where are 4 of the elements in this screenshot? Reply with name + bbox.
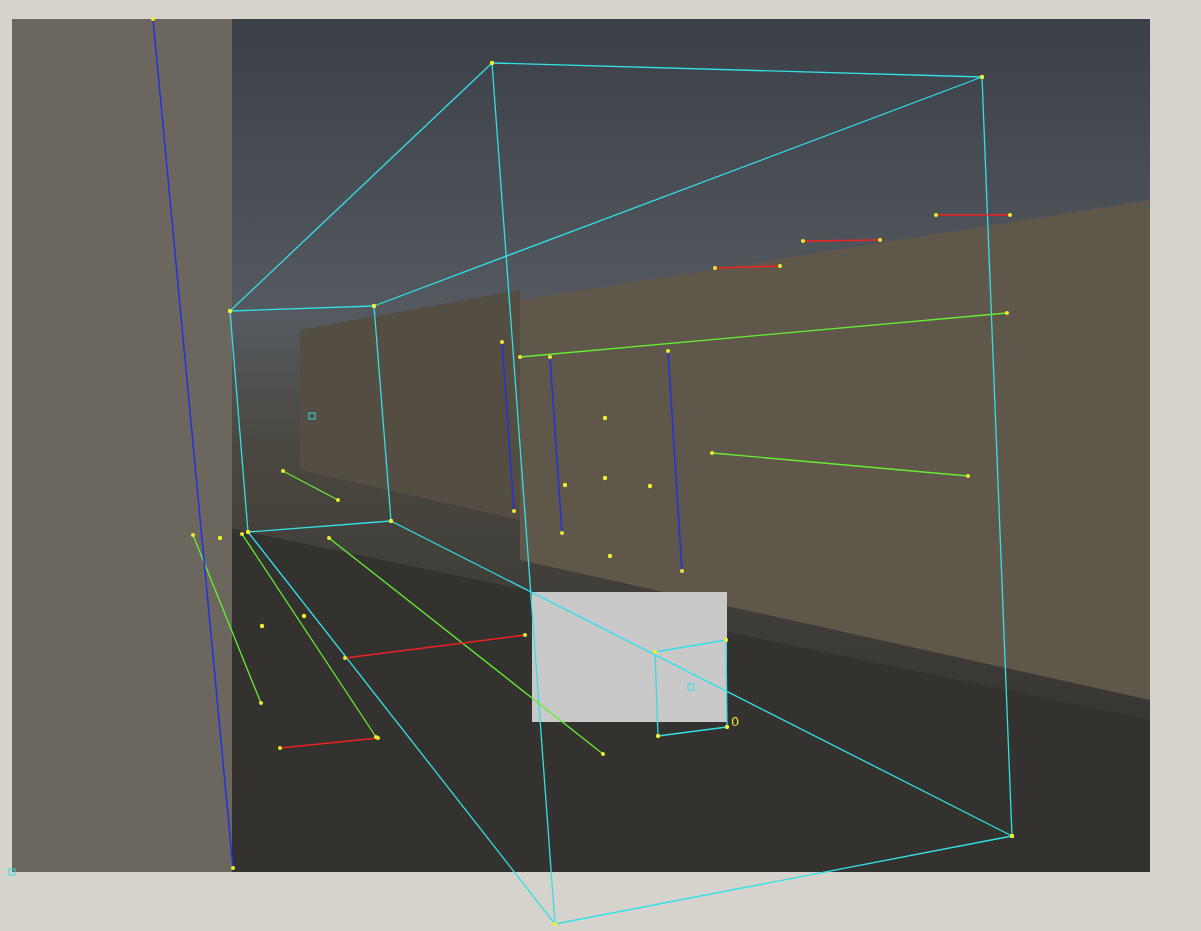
handle-icon[interactable]	[8, 868, 16, 876]
marker-label: 0	[731, 714, 740, 729]
handle-icon[interactable]	[687, 683, 695, 691]
handle-icon[interactable]	[308, 412, 316, 420]
